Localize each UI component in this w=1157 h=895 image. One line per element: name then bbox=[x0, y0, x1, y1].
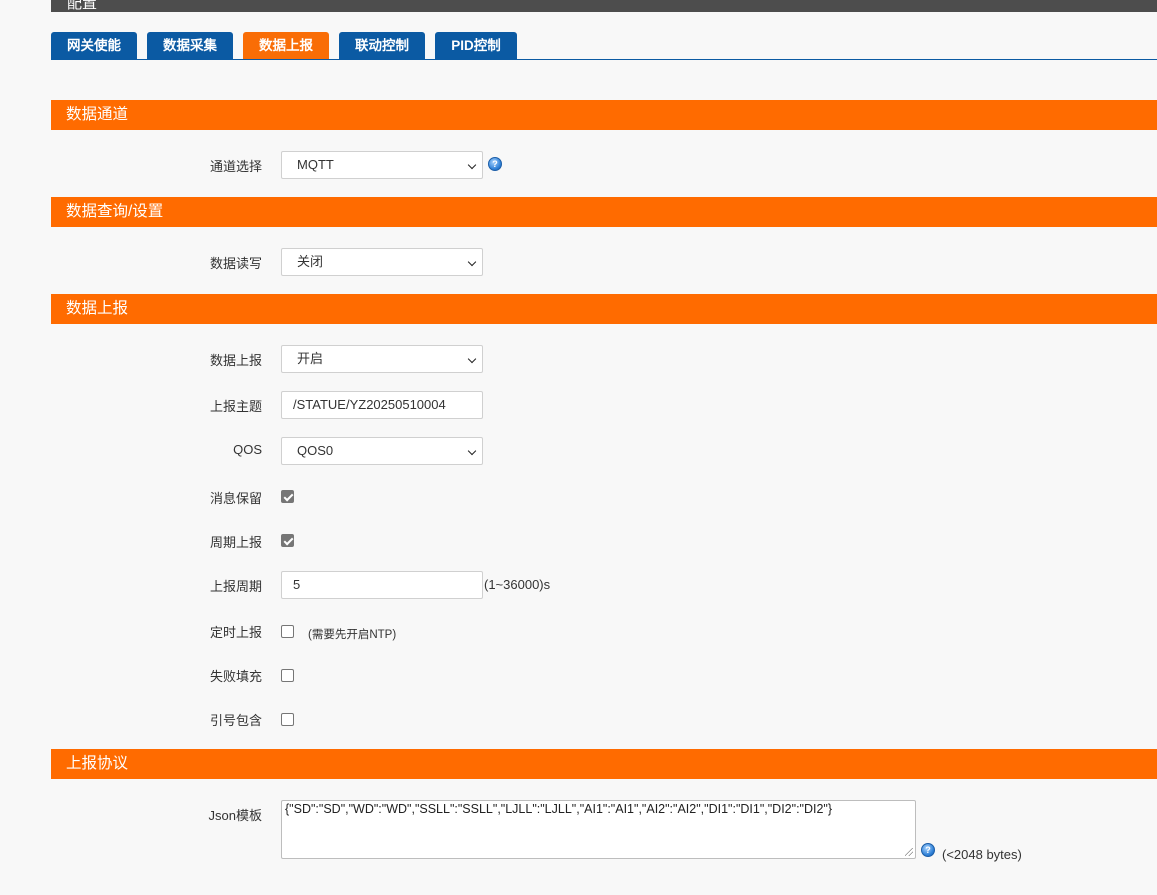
tab-linkage-control[interactable]: 联动控制 bbox=[339, 32, 425, 59]
tab-gateway-enable[interactable]: 网关使能 bbox=[51, 32, 137, 59]
json-size-limit: (<2048 bytes) bbox=[942, 847, 1022, 862]
topic-input[interactable]: /STATUE/YZ20250510004 bbox=[281, 391, 483, 419]
timed-checkbox[interactable] bbox=[281, 625, 294, 638]
section-data-channel: 数据通道 bbox=[51, 100, 1157, 130]
channel-select-value: MQTT bbox=[297, 157, 334, 172]
quote-checkbox[interactable] bbox=[281, 713, 294, 726]
quote-label: 引号包含 bbox=[209, 713, 262, 728]
section-data-report: 数据上报 bbox=[51, 294, 1157, 324]
report-enable-label: 数据上报 bbox=[209, 353, 262, 368]
section-report-protocol: 上报协议 bbox=[51, 749, 1157, 779]
json-template-value: {"SD":"SD","WD":"WD","SSLL":"SSLL","LJLL… bbox=[285, 802, 833, 816]
read-write-select[interactable]: 关闭 bbox=[281, 248, 483, 276]
chevron-down-icon bbox=[467, 257, 477, 267]
qos-label: QOS bbox=[233, 442, 262, 457]
help-icon[interactable]: ? bbox=[921, 843, 935, 857]
chevron-down-icon bbox=[467, 160, 477, 170]
chevron-down-icon bbox=[467, 446, 477, 456]
periodic-label: 周期上报 bbox=[209, 535, 262, 550]
header-title: 配置 bbox=[67, 0, 98, 12]
qos-select[interactable]: QOS0 bbox=[281, 437, 483, 465]
tab-data-collection[interactable]: 数据采集 bbox=[147, 32, 233, 59]
fail-fill-label: 失败填充 bbox=[209, 669, 262, 684]
report-enable-value: 开启 bbox=[297, 351, 324, 366]
period-input[interactable]: 5 bbox=[281, 571, 483, 599]
timed-label: 定时上报 bbox=[209, 625, 262, 640]
header-bar: 配置 bbox=[51, 0, 1157, 12]
read-write-label: 数据读写 bbox=[209, 256, 262, 271]
retain-label: 消息保留 bbox=[209, 491, 262, 506]
json-template-textarea[interactable]: {"SD":"SD","WD":"WD","SSLL":"SSLL","LJLL… bbox=[281, 800, 916, 859]
help-icon[interactable]: ? bbox=[488, 157, 502, 171]
resize-grip-icon[interactable] bbox=[905, 848, 913, 856]
tab-bar: 网关使能 数据采集 数据上报 联动控制 PID控制 bbox=[51, 32, 1157, 60]
qos-value: QOS0 bbox=[297, 443, 334, 458]
retain-checkbox[interactable] bbox=[281, 490, 294, 503]
chevron-down-icon bbox=[467, 354, 477, 364]
timed-note: (需要先开启NTP) bbox=[308, 629, 397, 641]
report-enable-select[interactable]: 开启 bbox=[281, 345, 483, 373]
tab-data-report[interactable]: 数据上报 bbox=[243, 32, 329, 59]
fail-fill-checkbox[interactable] bbox=[281, 669, 294, 682]
period-label: 上报周期 bbox=[209, 579, 262, 594]
read-write-value: 关闭 bbox=[297, 254, 324, 269]
topic-label: 上报主题 bbox=[209, 399, 262, 414]
tab-pid-control[interactable]: PID控制 bbox=[435, 32, 517, 59]
channel-select[interactable]: MQTT bbox=[281, 151, 483, 179]
section-data-query: 数据查询/设置 bbox=[51, 197, 1157, 227]
period-unit: (1~36000)s bbox=[484, 577, 551, 592]
channel-select-label: 通道选择 bbox=[209, 159, 262, 174]
periodic-checkbox[interactable] bbox=[281, 534, 294, 547]
json-template-label: Json模板 bbox=[208, 808, 262, 823]
